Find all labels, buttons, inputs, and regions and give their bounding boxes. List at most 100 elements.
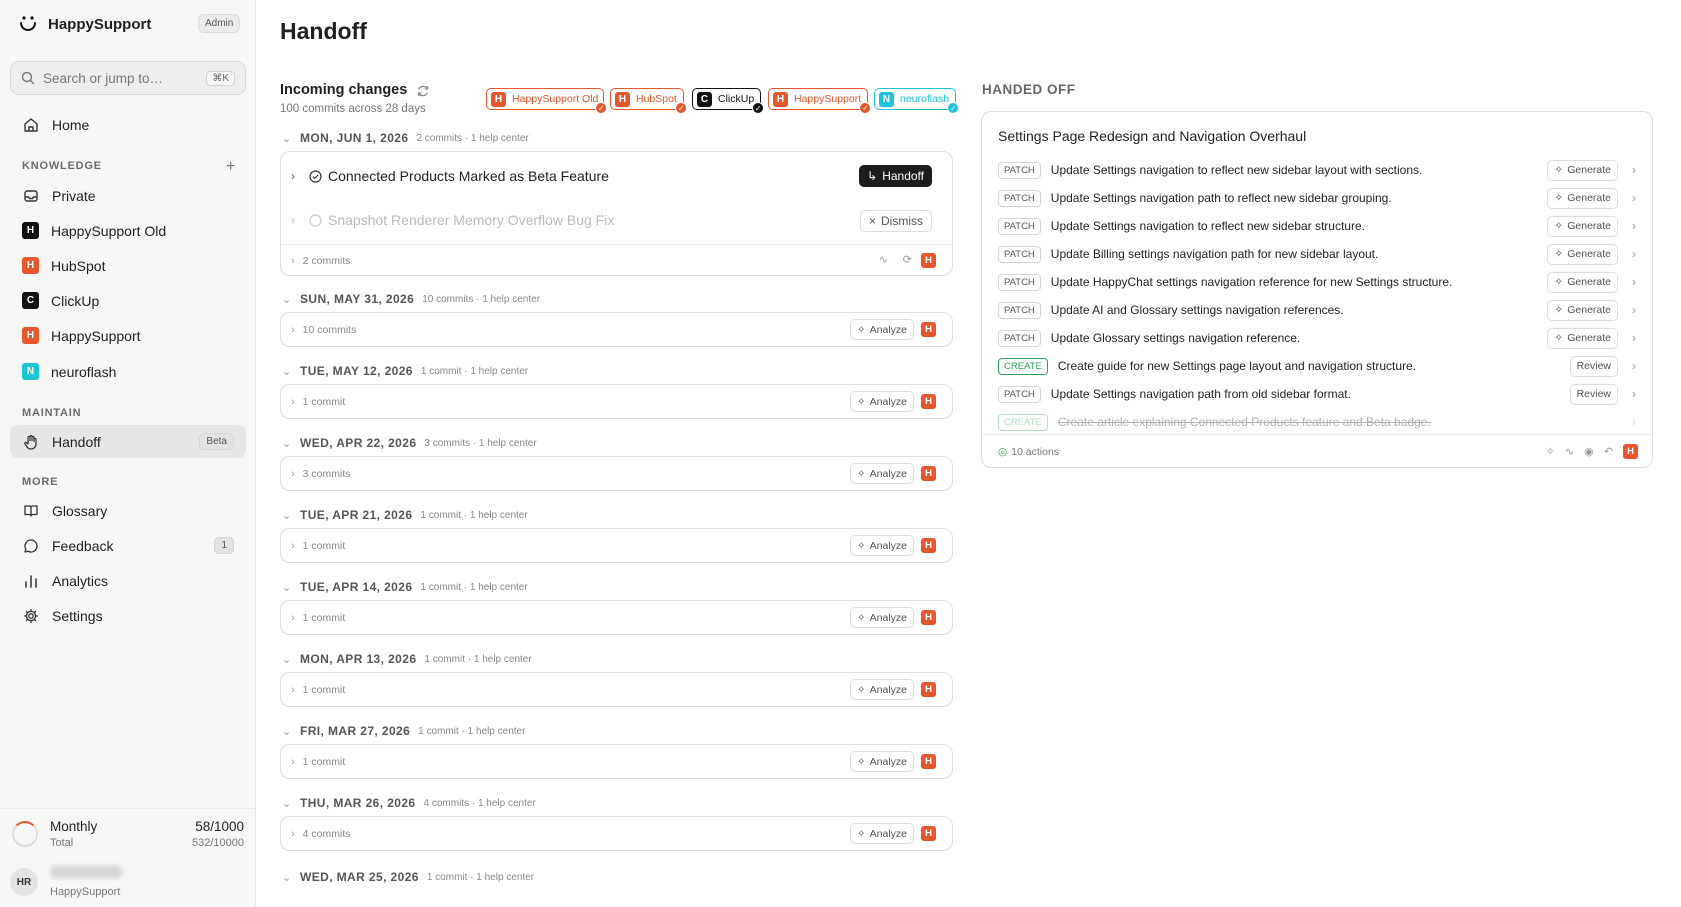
activity-icon[interactable]: ∿ [879,253,888,266]
sidebar-item-label: neuroflash [51,363,117,380]
action-row[interactable]: PATCH Update AI and Glossary settings nav… [998,299,1640,321]
source-chip-happysupport-old[interactable]: H HappySupport Old ✓ [486,88,607,114]
sidebar-item-handoff[interactable]: Handoff Beta [10,425,246,458]
search-input[interactable]: Search or jump to… ⌘K [10,61,246,95]
review-button[interactable]: Review [1569,355,1618,377]
commit-item[interactable]: › Connected Products Marked as Beta Feat… [291,164,942,188]
beta-badge: Beta [199,433,234,450]
sidebar-item-hubspot[interactable]: H HubSpot [10,249,246,282]
day-card[interactable]: › 1 commit ✧ Analyze H [280,672,953,707]
analyze-button[interactable]: ✧ Analyze [849,535,914,556]
action-row[interactable]: PATCH Update Settings navigation to refle… [998,215,1640,237]
day-header[interactable]: ⌄ WED, APR 22, 2026 3 commits · 1 help cen… [282,436,537,450]
commits-toggle[interactable]: › 1 commit [291,392,942,412]
day-card[interactable]: › 1 commit ✧ Analyze H [280,744,953,779]
user-menu[interactable]: HR HappySupport [0,862,256,907]
analyze-button[interactable]: ✧ Analyze [849,607,914,628]
sidebar-item-label: Settings [52,607,103,624]
analyze-button[interactable]: ✧ Analyze [849,319,914,340]
commits-toggle[interactable]: › 10 commits [291,320,942,340]
undo-icon[interactable]: ↶ [1604,445,1613,458]
analyze-button[interactable]: ✧ Analyze [849,463,914,484]
commits-toggle[interactable]: › 3 commits [291,464,942,484]
commits-toggle[interactable]: › 1 commit [291,752,942,772]
action-row[interactable]: PATCH Update Settings navigation to refle… [998,159,1640,181]
commit-count: 1 commit [302,756,346,768]
commits-toggle[interactable]: › 2 commits [291,251,942,271]
generate-button[interactable]: ✧ Generate [1547,187,1618,209]
eye-icon[interactable]: ◉ [1584,445,1594,458]
sidebar-item-private[interactable]: Private [10,179,246,212]
action-row[interactable]: CREATE Create guide for new Settings page… [998,355,1640,377]
commits-toggle[interactable]: › 4 commits [291,824,942,844]
generate-button[interactable]: ✧ Generate [1547,327,1618,349]
check-circle-icon: ◎ [998,446,1008,458]
source-chip-neuroflash[interactable]: N neuroflash ✓ [874,88,959,114]
day-header[interactable]: ⌄ TUE, APR 14, 2026 1 commit · 1 help cent… [282,580,528,594]
generate-button[interactable]: ✧ Generate [1547,215,1618,237]
sparkle-icon: ✧ [1554,276,1564,288]
analyze-button[interactable]: ✧ Analyze [849,823,914,844]
commits-toggle[interactable]: › 1 commit [291,536,942,556]
day-header[interactable]: ⌄ MON, JUN 1, 2026 2 commits · 1 help ce… [282,131,529,145]
action-button-label: Review [1576,360,1611,372]
sparkle-icon[interactable]: ✧ [1546,445,1555,458]
action-type-tag: PATCH [998,217,1041,235]
day-header[interactable]: ⌄ THU, MAR 26, 2026 4 commits · 1 help cen… [282,796,536,810]
sparkle-icon: ✧ [856,323,866,336]
generate-button[interactable]: ✧ Generate [1547,271,1618,293]
day-header[interactable]: ⌄ TUE, APR 21, 2026 1 commit · 1 help cent… [282,508,528,522]
day-date: MON, JUN 1, 2026 [300,131,409,145]
refresh-icon[interactable] [416,84,430,101]
source-chip-happysupport[interactable]: H HappySupport ✓ [768,88,871,114]
sidebar-item-glossary[interactable]: Glossary [10,494,246,527]
action-row[interactable]: PATCH Update Settings navigation path fro… [998,383,1640,405]
sidebar-item-happysupport-old[interactable]: H HappySupport Old [10,214,246,247]
sidebar-item-feedback[interactable]: Feedback 1 [10,529,246,562]
day-card[interactable]: › 4 commits ✧ Analyze H [280,816,953,851]
day-header[interactable]: ⌄ FRI, MAR 27, 2026 1 commit · 1 help cent… [282,724,525,738]
analyze-button[interactable]: ✧ Analyze [849,751,914,772]
commit-count: 10 commits [302,324,357,336]
day-card[interactable]: › 1 commit ✧ Analyze H [280,384,953,419]
sidebar-item-clickup[interactable]: C ClickUp [10,284,246,317]
day-header[interactable]: ⌄ WED, MAR 25, 2026 1 commit · 1 help ce… [282,870,534,884]
commit-item[interactable]: › Snapshot Renderer Memory Overflow Bug … [291,208,942,232]
sidebar-item-happysupport[interactable]: H HappySupport [10,319,246,352]
sidebar-item-neuroflash[interactable]: N neuroflash [10,355,246,388]
review-button[interactable]: Review [1569,383,1618,405]
action-row[interactable]: PATCH Update Settings navigation path to … [998,187,1640,209]
sidebar-item-settings[interactable]: Settings [10,599,246,632]
day-header[interactable]: ⌄ MON, APR 13, 2026 1 commit · 1 help cent… [282,652,532,666]
source-chip-clickup[interactable]: C ClickUp ✓ [692,88,764,114]
day-card[interactable]: › 10 commits ✧ Analyze H [280,312,953,347]
add-knowledge-icon[interactable]: + [226,158,235,176]
commits-toggle[interactable]: › 1 commit [291,608,942,628]
generate-button[interactable]: ✧ Generate [1547,159,1618,181]
action-row[interactable]: CREATE Create article explaining Connecte… [998,411,1640,433]
day-card[interactable]: › 3 commits ✧ Analyze H [280,456,953,491]
action-row[interactable]: PATCH Update HappyChat settings navigatio… [998,271,1640,293]
brand[interactable]: HappySupport [18,14,151,34]
day-header[interactable]: ⌄ SUN, MAY 31, 2026 10 commits · 1 help ce… [282,292,540,306]
day-header[interactable]: ⌄ TUE, MAY 12, 2026 1 commit · 1 help cent… [282,364,528,378]
happysupport-badge: H [1623,444,1638,459]
commits-toggle[interactable]: › 1 commit [291,680,942,700]
generate-button[interactable]: ✧ Generate [1547,243,1618,265]
refresh-icon[interactable]: ⟳ [903,253,912,266]
sidebar-item-analytics[interactable]: Analytics [10,564,246,597]
dismiss-button[interactable]: × Dismiss [859,210,932,232]
source-chip-hubspot[interactable]: H HubSpot ✓ [610,88,687,114]
action-row[interactable]: PATCH Update Glossary settings navigation… [998,327,1640,349]
chevron-down-icon: ⌄ [282,653,292,666]
analyze-button[interactable]: ✧ Analyze [849,391,914,412]
generate-button[interactable]: ✧ Generate [1547,299,1618,321]
sidebar-item-home[interactable]: Home [10,108,246,141]
analyze-button[interactable]: ✧ Analyze [849,679,914,700]
day-card[interactable]: › 1 commit ✧ Analyze H [280,600,953,635]
handoff-button[interactable]: ↳ Handoff [859,165,932,187]
action-text: Update Glossary settings navigation refe… [1050,331,1301,345]
activity-icon[interactable]: ∿ [1565,445,1574,458]
day-card[interactable]: › 1 commit ✧ Analyze H [280,528,953,563]
action-row[interactable]: PATCH Update Billing settings navigation … [998,243,1640,265]
